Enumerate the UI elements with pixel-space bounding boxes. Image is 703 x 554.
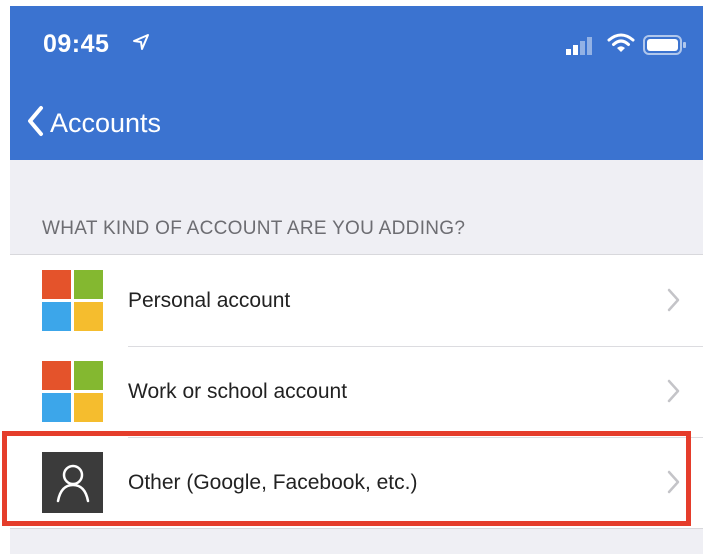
row-label: Personal account — [128, 288, 291, 312]
chevron-right-icon — [667, 470, 680, 499]
microsoft-logo-icon — [42, 270, 103, 331]
phone-screen: 09:45 Accounts WHAT KIND OF ACCOUNT ARE … — [10, 6, 703, 554]
personal-account-row[interactable]: Personal account — [10, 255, 703, 346]
chevron-right-icon — [667, 379, 680, 408]
wifi-icon — [607, 32, 635, 59]
row-label: Other (Google, Facebook, etc.) — [128, 470, 418, 494]
back-label: Accounts — [50, 107, 162, 138]
header-bar: 09:45 Accounts — [10, 6, 703, 160]
signal-icon — [566, 37, 596, 60]
battery-icon — [643, 35, 687, 60]
microsoft-logo-icon — [42, 361, 103, 422]
work-school-account-row[interactable]: Work or school account — [10, 346, 703, 437]
section-header: WHAT KIND OF ACCOUNT ARE YOU ADDING? — [42, 218, 466, 239]
account-type-list: Personal account Work or school account — [10, 254, 703, 529]
other-account-row[interactable]: Other (Google, Facebook, etc.) — [10, 437, 703, 528]
chevron-right-icon — [667, 288, 680, 317]
chevron-left-icon — [26, 105, 44, 142]
back-button[interactable]: Accounts — [26, 103, 161, 143]
status-time: 09:45 — [43, 30, 110, 58]
row-label: Work or school account — [128, 379, 348, 403]
location-arrow-icon — [132, 33, 150, 56]
person-icon — [42, 452, 103, 513]
